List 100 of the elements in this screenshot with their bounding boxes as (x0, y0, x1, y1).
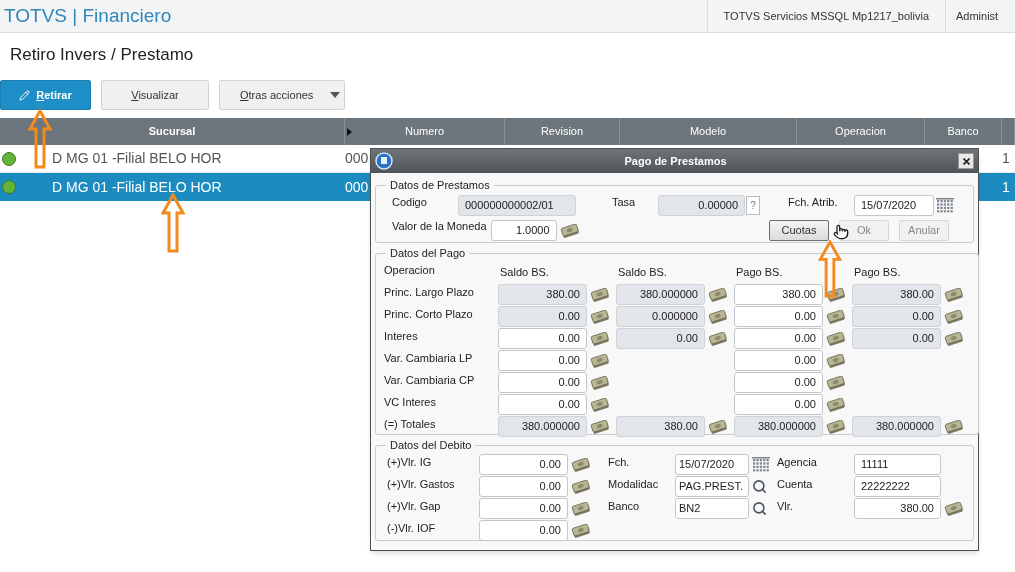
input-field[interactable]: BN2 (675, 498, 749, 519)
money-icon[interactable] (708, 287, 728, 302)
dialog-title: Pago de Prestamos (623, 153, 728, 169)
input-field[interactable]: 0.00 (479, 476, 568, 497)
input-field[interactable]: 22222222 (854, 476, 941, 497)
money-icon[interactable] (571, 501, 591, 516)
money-icon[interactable] (944, 419, 964, 434)
field-label: Codigo (392, 194, 428, 210)
money-icon[interactable] (590, 287, 610, 302)
field-label: (+)Vlr. Gap (387, 498, 442, 514)
input-field[interactable]: 0.000000 (616, 306, 705, 327)
input-field[interactable]: 0.00 (734, 306, 823, 327)
input-field[interactable]: 380.000000 (616, 284, 705, 305)
money-icon[interactable] (826, 397, 846, 412)
money-icon[interactable] (708, 331, 728, 346)
input-field[interactable]: 0.00000 (658, 195, 745, 216)
money-icon[interactable] (826, 353, 846, 368)
money-icon[interactable] (559, 223, 580, 238)
input-field[interactable]: 380.000000 (852, 416, 941, 437)
toolbar-button[interactable]: Visualizar (101, 80, 209, 110)
money-icon[interactable] (944, 331, 964, 346)
money-icon[interactable] (708, 419, 728, 434)
close-button[interactable] (958, 153, 974, 169)
money-icon[interactable] (826, 419, 846, 434)
money-icon[interactable] (944, 287, 964, 302)
input-field[interactable]: 0.00 (479, 498, 568, 519)
input-field[interactable]: 380.000000 (734, 416, 823, 437)
money-icon[interactable] (590, 419, 610, 434)
input-field[interactable]: 380.00 (852, 284, 941, 305)
search-icon[interactable] (752, 479, 767, 494)
field-label: VC Interes (384, 394, 437, 410)
input-field[interactable]: 11111 (854, 454, 941, 475)
pencil-icon (19, 89, 31, 101)
menu-button[interactable]: Otras acciones (219, 80, 345, 110)
app-title: TOTVS | Financiero (3, 3, 172, 28)
input-field[interactable]: 0.00 (498, 372, 587, 393)
input-field[interactable]: 15/07/2020 (675, 454, 749, 475)
input-field[interactable]: 0.00 (498, 394, 587, 415)
money-icon[interactable] (826, 375, 846, 390)
input-field[interactable]: 15/07/2020 (854, 195, 934, 216)
money-icon[interactable] (571, 457, 591, 472)
up-arrow-icon (161, 193, 185, 253)
input-field[interactable]: 0.00 (734, 394, 823, 415)
column-header[interactable]: Modelo (689, 123, 727, 140)
input-field[interactable]: 000000000002/01 (458, 195, 576, 216)
close-icon (962, 157, 970, 165)
field-label: Operacion (384, 262, 436, 278)
field-label: Fch. Atrib. (788, 194, 839, 210)
input-field[interactable]: 0.00 (734, 350, 823, 371)
column-header[interactable]: Sucursal (148, 123, 196, 140)
money-icon[interactable] (826, 331, 846, 346)
money-icon[interactable] (826, 287, 846, 302)
column-header[interactable]: Operacion (835, 123, 886, 140)
money-icon[interactable] (944, 309, 964, 324)
column-header: Saldo BS. (617, 265, 668, 281)
input-field[interactable]: 380.00 (734, 284, 823, 305)
calendar-icon[interactable] (752, 456, 770, 473)
input-field[interactable]: 380.00 (498, 284, 587, 305)
input-field[interactable]: 0.00 (479, 520, 568, 541)
input-field[interactable]: 0.00 (734, 328, 823, 349)
input-field[interactable]: 0.00 (498, 328, 587, 349)
dialog-button[interactable]: Cuotas (769, 220, 829, 241)
input-field[interactable]: 0.00 (616, 328, 705, 349)
money-icon[interactable] (590, 309, 610, 324)
field-label: Var. Cambiaria LP (384, 350, 474, 366)
money-icon[interactable] (571, 479, 591, 494)
money-icon[interactable] (944, 501, 964, 516)
column-header[interactable]: Banco (947, 123, 979, 140)
money-icon[interactable] (590, 331, 610, 346)
money-icon[interactable] (571, 523, 591, 538)
input-field[interactable]: 380.000000 (498, 416, 587, 437)
column-header[interactable]: Numero (404, 123, 445, 140)
field-label: Agencia (777, 454, 818, 470)
input-field[interactable]: 1.0000 (490, 220, 557, 241)
input-field[interactable]: PAG.PREST. (675, 476, 749, 497)
money-icon[interactable] (590, 375, 610, 390)
input-field[interactable]: 0.00 (498, 306, 587, 327)
input-field[interactable]: 0.00 (734, 372, 823, 393)
calendar-icon[interactable] (936, 197, 954, 214)
money-icon[interactable] (826, 309, 846, 324)
money-icon[interactable] (590, 397, 610, 412)
column-header: Pago BS. (735, 265, 784, 281)
input-field[interactable]: 0.00 (852, 328, 941, 349)
field-label: Var. Cambiaria CP (384, 372, 476, 388)
group-title: Datos de Prestamos (389, 178, 491, 193)
money-icon[interactable] (590, 353, 610, 368)
group-title: Datos del Debito (389, 438, 473, 453)
input-field[interactable]: 0.00 (479, 454, 568, 475)
group-title: Datos del Pago (389, 246, 467, 261)
field-label: Valor de la Moneda (392, 218, 488, 234)
toolbar-button[interactable]: Retirar (0, 80, 91, 110)
table-cell-text: D MG 01 -Filial BELO HOR (52, 177, 222, 197)
input-field[interactable]: 0.00 (498, 350, 587, 371)
money-icon[interactable] (708, 309, 728, 324)
help-button[interactable]: ? (746, 196, 760, 215)
column-header[interactable]: Revision (540, 123, 584, 140)
input-field[interactable]: 380.00 (616, 416, 705, 437)
search-icon[interactable] (752, 501, 767, 516)
input-field[interactable]: 0.00 (852, 306, 941, 327)
input-field[interactable]: 380.00 (854, 498, 941, 519)
